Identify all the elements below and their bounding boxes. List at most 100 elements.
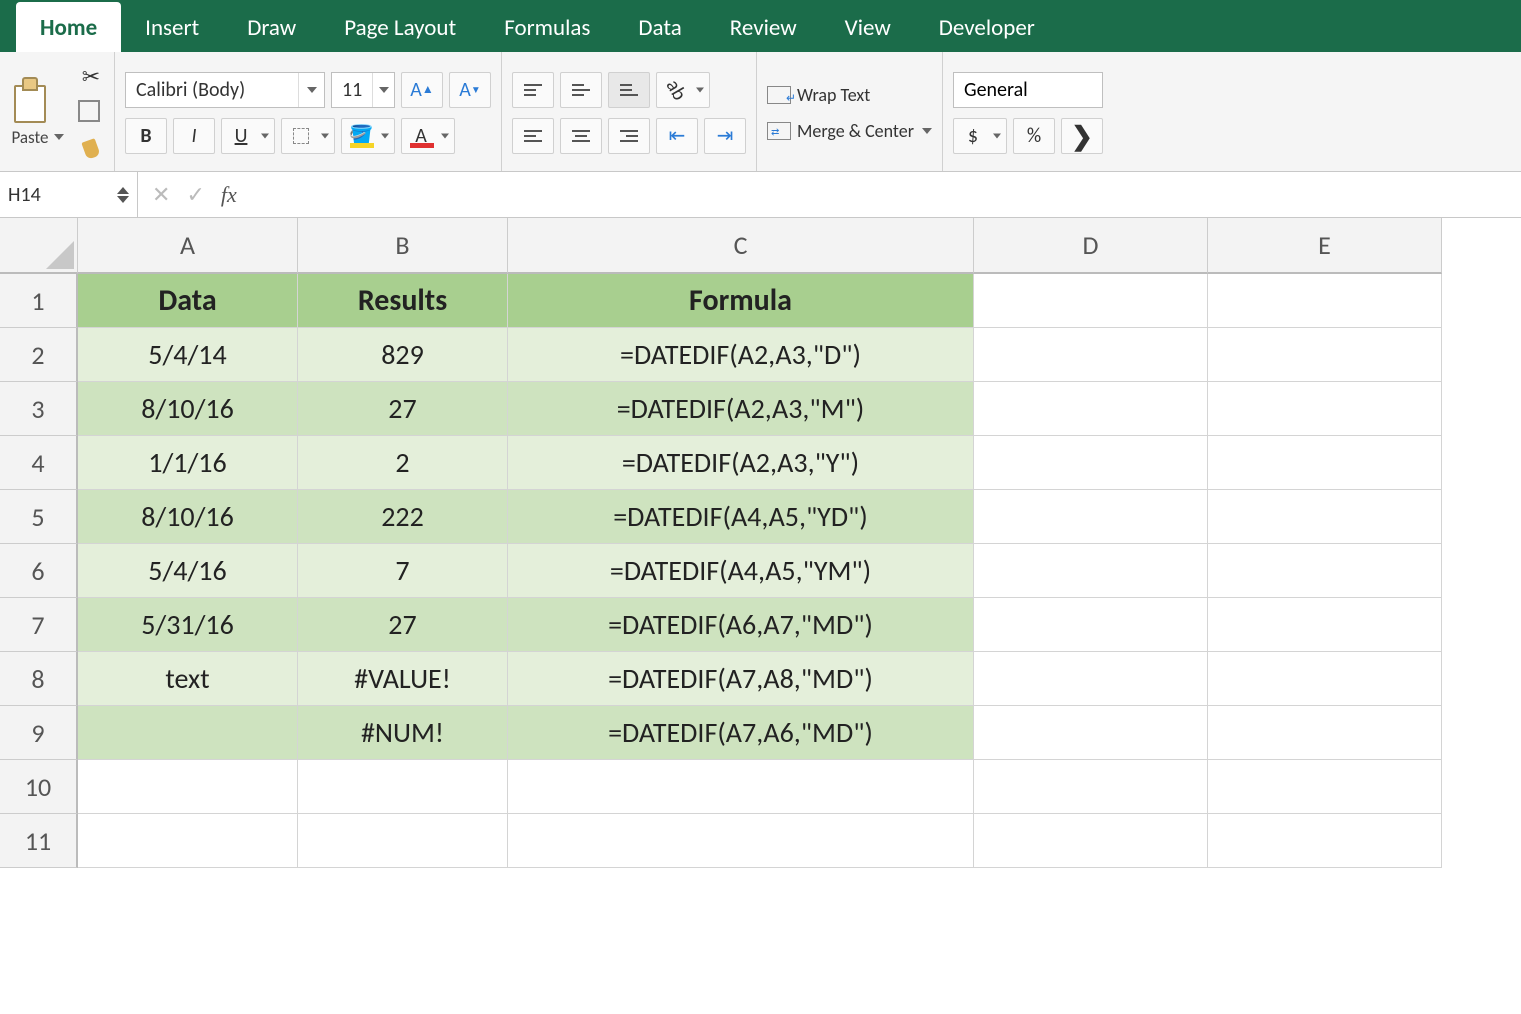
row-header-8[interactable]: 8 [0, 652, 78, 706]
align-bottom-button[interactable] [608, 72, 650, 108]
cell-D11[interactable] [974, 814, 1208, 868]
cell-C2[interactable]: =DATEDIF(A2,A3,"D") [508, 328, 974, 382]
font-name-dropdown[interactable] [298, 73, 324, 107]
cell-A6[interactable]: 5/4/16 [78, 544, 298, 598]
paste-button[interactable]: Paste [10, 77, 50, 148]
merge-dropdown-caret[interactable] [922, 128, 932, 134]
cell-A1[interactable]: Data [78, 274, 298, 328]
cell-A7[interactable]: 5/31/16 [78, 598, 298, 652]
cell-A11[interactable] [78, 814, 298, 868]
cell-B5[interactable]: 222 [298, 490, 508, 544]
cell-D1[interactable] [974, 274, 1208, 328]
name-box[interactable]: H14 [0, 172, 138, 217]
row-header-6[interactable]: 6 [0, 544, 78, 598]
cell-D2[interactable] [974, 328, 1208, 382]
format-painter-button[interactable] [78, 136, 104, 162]
cell-C10[interactable] [508, 760, 974, 814]
copy-button[interactable] [78, 100, 104, 126]
cell-C5[interactable]: =DATEDIF(A4,A5,"YD") [508, 490, 974, 544]
cell-B11[interactable] [298, 814, 508, 868]
select-all-corner[interactable] [0, 218, 78, 274]
row-header-2[interactable]: 2 [0, 328, 78, 382]
tab-insert[interactable]: Insert [121, 2, 223, 52]
enter-formula-button[interactable]: ✓ [186, 181, 204, 208]
row-header-1[interactable]: 1 [0, 274, 78, 328]
cell-B7[interactable]: 27 [298, 598, 508, 652]
cell-A5[interactable]: 8/10/16 [78, 490, 298, 544]
tab-view[interactable]: View [821, 2, 915, 52]
accounting-format-button[interactable]: $ [953, 118, 1007, 154]
row-header-9[interactable]: 9 [0, 706, 78, 760]
cell-C1[interactable]: Formula [508, 274, 974, 328]
align-middle-button[interactable] [560, 72, 602, 108]
cell-A2[interactable]: 5/4/14 [78, 328, 298, 382]
column-header-A[interactable]: A [78, 218, 298, 274]
cell-E11[interactable] [1208, 814, 1442, 868]
cell-D6[interactable] [974, 544, 1208, 598]
cell-B8[interactable]: #VALUE! [298, 652, 508, 706]
tab-developer[interactable]: Developer [915, 2, 1059, 52]
bold-button[interactable]: B [125, 118, 167, 154]
column-header-E[interactable]: E [1208, 218, 1442, 274]
cell-D5[interactable] [974, 490, 1208, 544]
cell-C3[interactable]: =DATEDIF(A2,A3,"M") [508, 382, 974, 436]
cell-E2[interactable] [1208, 328, 1442, 382]
tab-page-layout[interactable]: Page Layout [320, 2, 480, 52]
cell-E5[interactable] [1208, 490, 1442, 544]
fill-color-button[interactable]: 🪣 [341, 118, 395, 154]
cell-D10[interactable] [974, 760, 1208, 814]
cell-E7[interactable] [1208, 598, 1442, 652]
cell-A10[interactable] [78, 760, 298, 814]
row-header-3[interactable]: 3 [0, 382, 78, 436]
tab-home[interactable]: Home [16, 2, 121, 52]
cell-E10[interactable] [1208, 760, 1442, 814]
percent-format-button[interactable]: % [1013, 118, 1055, 154]
cut-button[interactable] [78, 64, 104, 90]
merge-center-button[interactable]: ⇄ Merge & Center [767, 120, 932, 142]
cell-E1[interactable] [1208, 274, 1442, 328]
cell-E3[interactable] [1208, 382, 1442, 436]
font-size-combo[interactable]: 11 [331, 72, 395, 108]
row-header-4[interactable]: 4 [0, 436, 78, 490]
insert-function-button[interactable]: fx [221, 182, 237, 208]
increase-indent-button[interactable]: ⇥ [704, 118, 746, 154]
comma-format-button[interactable]: ❯ [1061, 118, 1103, 154]
row-header-10[interactable]: 10 [0, 760, 78, 814]
column-header-D[interactable]: D [974, 218, 1208, 274]
align-center-button[interactable] [560, 118, 602, 154]
cell-D8[interactable] [974, 652, 1208, 706]
cell-A4[interactable]: 1/1/16 [78, 436, 298, 490]
cell-A8[interactable]: text [78, 652, 298, 706]
cell-C7[interactable]: =DATEDIF(A6,A7,"MD") [508, 598, 974, 652]
decrease-font-button[interactable]: A▼ [449, 72, 491, 108]
cell-C4[interactable]: =DATEDIF(A2,A3,"Y") [508, 436, 974, 490]
cell-C6[interactable]: =DATEDIF(A4,A5,"YM") [508, 544, 974, 598]
tab-review[interactable]: Review [706, 2, 821, 52]
cell-C8[interactable]: =DATEDIF(A7,A8,"MD") [508, 652, 974, 706]
align-left-button[interactable] [512, 118, 554, 154]
cancel-formula-button[interactable]: ✕ [152, 181, 170, 208]
row-header-7[interactable]: 7 [0, 598, 78, 652]
cell-D7[interactable] [974, 598, 1208, 652]
paste-menu-caret[interactable] [54, 134, 64, 140]
tab-draw[interactable]: Draw [223, 2, 320, 52]
italic-button[interactable]: I [173, 118, 215, 154]
cell-C9[interactable]: =DATEDIF(A7,A6,"MD") [508, 706, 974, 760]
formula-input[interactable] [251, 172, 1521, 217]
row-header-5[interactable]: 5 [0, 490, 78, 544]
align-right-button[interactable] [608, 118, 650, 154]
cell-A9[interactable] [78, 706, 298, 760]
cell-E4[interactable] [1208, 436, 1442, 490]
underline-button[interactable]: U [221, 118, 275, 154]
cell-B4[interactable]: 2 [298, 436, 508, 490]
decrease-indent-button[interactable]: ⇤ [656, 118, 698, 154]
tab-formulas[interactable]: Formulas [480, 2, 614, 52]
cell-D4[interactable] [974, 436, 1208, 490]
column-header-C[interactable]: C [508, 218, 974, 274]
cell-B10[interactable] [298, 760, 508, 814]
orientation-button[interactable]: ab [656, 72, 710, 108]
wrap-text-button[interactable]: ↵ Wrap Text [767, 84, 870, 106]
number-format-combo[interactable]: General [953, 72, 1103, 108]
cell-B6[interactable]: 7 [298, 544, 508, 598]
align-top-button[interactable] [512, 72, 554, 108]
